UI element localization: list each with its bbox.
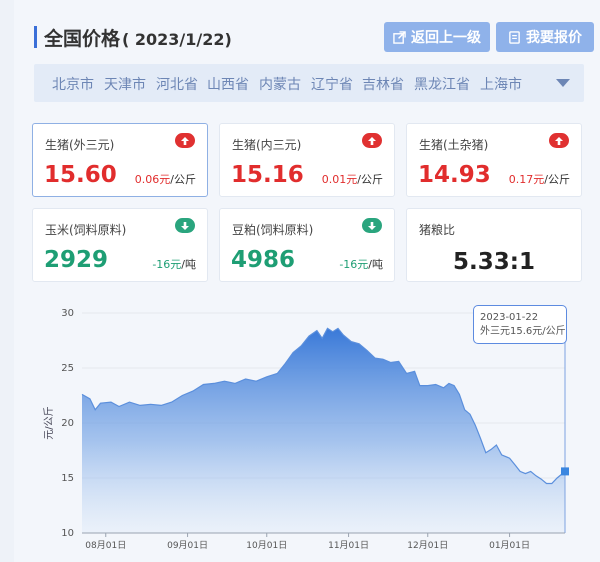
region-tab[interactable]: 河北省 (156, 74, 198, 94)
arrow-down-icon (362, 218, 382, 233)
chart-y-axis-label: 元/公斤 (43, 406, 55, 439)
chart-point-marker[interactable] (561, 467, 569, 476)
region-tab[interactable]: 上海市 (480, 74, 522, 94)
title-text: 全国价格 (44, 28, 121, 50)
back-button-label: 返回上一级 (411, 30, 481, 46)
region-tab[interactable]: 山西省 (207, 74, 249, 94)
card-price: 14.93 (418, 162, 491, 188)
card-change-value: 0.06元 (134, 173, 171, 186)
card-label: 猪粮比 (419, 223, 456, 237)
chart-area (82, 328, 565, 533)
card-change: -16元/吨 (339, 258, 383, 271)
region-tab[interactable]: 黑龙江省 (414, 74, 470, 94)
card-label: 生猪(土杂猪) (419, 138, 489, 152)
arrow-down-icon (175, 218, 195, 233)
price-card-pig-internal[interactable]: 生猪(内三元) 15.16 0.01元/公斤 (219, 123, 395, 197)
card-change: 0.17元/公斤 (508, 173, 570, 186)
arrow-up-icon (362, 133, 382, 148)
card-change: 0.01元/公斤 (321, 173, 383, 186)
back-button[interactable]: 返回上一级 (384, 22, 490, 52)
price-card-pig-external[interactable]: 生猪(外三元) 15.60 0.06元/公斤 (32, 123, 208, 197)
x-tick-label: 10月01日 (246, 540, 287, 551)
chevron-down-icon[interactable] (556, 79, 570, 87)
x-tick-label: 11月01日 (328, 540, 369, 551)
x-tick-label: 01月01日 (489, 540, 530, 551)
y-tick-label: 15 (61, 473, 74, 484)
y-tick-label: 25 (61, 363, 74, 374)
x-tick-label: 09月01日 (167, 540, 208, 551)
region-tabs: 北京市 天津市 河北省 山西省 内蒙古 辽宁省 吉林省 黑龙江省 上海市 (34, 64, 584, 102)
chart-tooltip: 2023-01-22 外三元15.6元/公斤 (473, 305, 567, 344)
card-price: 4986 (231, 247, 296, 273)
chart-y-ticks: 10 15 20 25 30 (61, 308, 74, 539)
title-date: ( 2023/1/22) (122, 30, 232, 49)
card-change-value: -16元 (339, 258, 369, 271)
region-tab[interactable]: 天津市 (104, 74, 146, 94)
card-change-value: -16元 (152, 258, 182, 271)
card-price: 15.16 (231, 162, 304, 188)
quote-button[interactable]: 我要报价 (496, 22, 594, 52)
region-tab[interactable]: 北京市 (52, 74, 94, 94)
title-accent-bar (34, 26, 37, 48)
card-change: 0.06元/公斤 (134, 173, 196, 186)
card-label: 豆粕(饲料原料) (232, 223, 314, 237)
y-tick-label: 30 (61, 308, 74, 319)
card-label: 生猪(内三元) (232, 138, 302, 152)
price-card-corn[interactable]: 玉米(饲料原料) 2929 -16元/吨 (32, 208, 208, 282)
card-label: 玉米(饲料原料) (45, 223, 127, 237)
arrow-up-icon (175, 133, 195, 148)
y-tick-label: 10 (61, 528, 74, 539)
price-card-pig-local[interactable]: 生猪(土杂猪) 14.93 0.17元/公斤 (406, 123, 582, 197)
page-title: 全国价格( 2023/1/22) (44, 24, 232, 51)
tooltip-date: 2023-01-22 (480, 312, 539, 323)
region-tab[interactable]: 辽宁省 (311, 74, 353, 94)
y-tick-label: 20 (61, 418, 74, 429)
external-link-icon (393, 30, 406, 44)
chart-x-ticks: 08月01日 09月01日 10月01日 11月01日 12月01日 01月01日 (85, 533, 530, 551)
card-change: -16元/吨 (152, 258, 196, 271)
tooltip-value: 外三元15.6元/公斤 (480, 326, 566, 337)
card-change-value: 0.17元 (508, 173, 545, 186)
card-ratio: 5.33:1 (453, 249, 535, 275)
card-change-value: 0.01元 (321, 173, 358, 186)
quote-button-label: 我要报价 (526, 30, 582, 46)
page-header: 全国价格( 2023/1/22) 返回上一级 我要报价 (14, 20, 600, 54)
card-price: 2929 (44, 247, 109, 273)
x-tick-label: 08月01日 (85, 540, 126, 551)
document-icon (509, 30, 520, 44)
region-tab[interactable]: 内蒙古 (259, 74, 301, 94)
region-tab[interactable]: 吉林省 (362, 74, 404, 94)
price-card-pig-grain-ratio[interactable]: 猪粮比 5.33:1 (406, 208, 582, 282)
x-tick-label: 12月01日 (407, 540, 448, 551)
arrow-up-icon (549, 133, 569, 148)
card-price: 15.60 (44, 162, 117, 188)
card-label: 生猪(外三元) (45, 138, 115, 152)
price-card-soymeal[interactable]: 豆粕(饲料原料) 4986 -16元/吨 (219, 208, 395, 282)
